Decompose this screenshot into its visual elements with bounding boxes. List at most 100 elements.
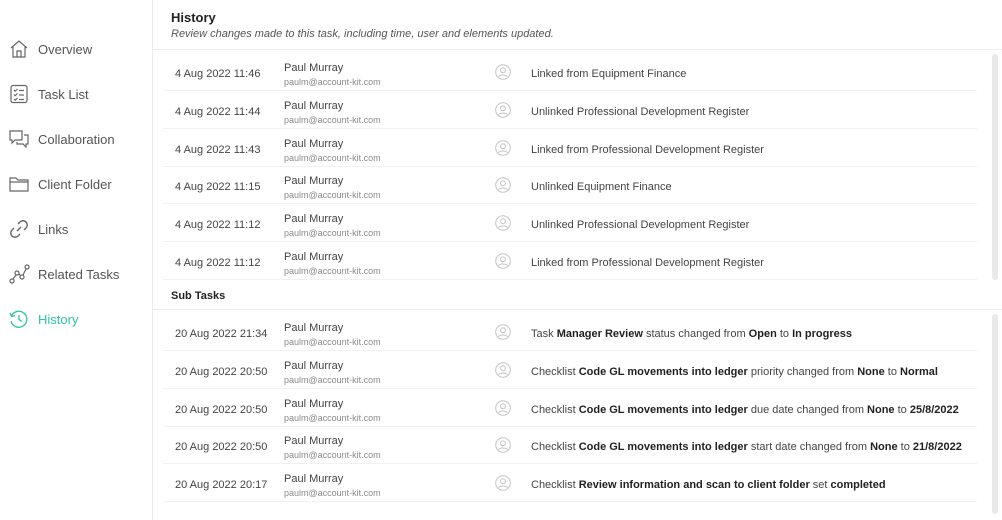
nav-item-task-list[interactable]: Task List (0, 76, 152, 112)
desc-text: Checklist (531, 441, 579, 454)
user-name: Paul Murray (284, 251, 344, 263)
desc-text: to (894, 403, 910, 416)
avatar-icon (495, 253, 511, 269)
history-row: 4 Aug 2022 11:46 Paul Murray paulm@account… (163, 53, 977, 91)
user-name: Paul Murray (284, 137, 344, 150)
nav-item-related-tasks[interactable]: Related Tasks (0, 256, 152, 292)
entry-user: Paul Murray paulm@account-kit.com (284, 435, 381, 460)
avatar-icon (495, 361, 511, 378)
nav-label: Overview (38, 41, 93, 57)
history-row: 4 Aug 2022 11:12 Paul Murray paulm@account… (163, 242, 977, 280)
entry-user: Paul Murray paulm@account-kit.com (284, 175, 381, 200)
history-row: 20 Aug 2022 21:34 Paul Murray paulm@accoun… (163, 313, 977, 351)
entry-date: 4 Aug 2022 11:44 (175, 105, 261, 118)
avatar-icon (495, 437, 511, 454)
desc-text: priority changed from (747, 365, 858, 378)
avatar-icon (495, 324, 511, 340)
desc-text: Unlinked Professional Development Regist… (531, 105, 750, 118)
user-email: paulm@account-kit.com (284, 228, 381, 239)
desc-highlight: Manager Review (556, 328, 643, 340)
desc-text: start date changed from (747, 441, 871, 454)
user-name: Paul Murray (284, 99, 344, 112)
history-row: 4 Aug 2022 11:12 Paul Murray paulm@account… (163, 204, 977, 243)
clock-history-icon (8, 308, 30, 330)
user-name: Paul Murray (284, 322, 344, 334)
history-row: 4 Aug 2022 11:43 Paul Murray paulm@account… (163, 129, 977, 167)
entry-description: Checklist Code GL movements into ledger … (531, 366, 938, 378)
history-row: 4 Aug 2022 11:15 Paul Murray paulm@account… (163, 166, 977, 205)
link-icon (8, 218, 30, 240)
nav-label: Task List (38, 86, 89, 102)
nav-item-collaboration[interactable]: Collaboration (0, 121, 152, 157)
history-row: 20 Aug 2022 20:50 Paul Murray paulm@accoun… (163, 351, 977, 389)
desc-highlight: Review information and scan to client fo… (578, 479, 810, 492)
entry-description: Linked from Equipment Finance (531, 68, 686, 80)
entry-description: Linked from Professional Development Reg… (531, 144, 764, 156)
nav-label: Collaboration (38, 131, 115, 147)
desc-text: status changed from (642, 328, 749, 340)
desc-text: Linked from Equipment Finance (531, 68, 687, 80)
desc-text: to (897, 441, 913, 454)
entry-description: Task Manager Review status changed from … (531, 328, 852, 340)
desc-text: Unlinked Equipment Finance (531, 181, 672, 194)
entry-user: Paul Murray paulm@account-kit.com (284, 213, 381, 238)
desc-highlight: 25/8/2022 (909, 403, 959, 416)
desc-highlight: Code GL movements into ledger (578, 365, 748, 378)
user-email: paulm@account-kit.com (284, 450, 381, 461)
nav-item-overview[interactable]: Overview (0, 31, 152, 67)
entry-description: Unlinked Professional Development Regist… (531, 219, 749, 231)
entry-date: 20 Aug 2022 20:50 (175, 403, 268, 416)
user-email: paulm@account-kit.com (284, 337, 381, 347)
user-name: Paul Murray (284, 435, 344, 448)
user-email: paulm@account-kit.com (284, 190, 381, 201)
folder-icon (8, 173, 30, 195)
nav-item-client-folder[interactable]: Client Folder (0, 166, 152, 202)
user-name: Paul Murray (284, 213, 344, 226)
avatar-icon (495, 215, 511, 231)
sub-tasks-scrollbar[interactable] (992, 314, 998, 514)
user-email: paulm@account-kit.com (284, 77, 381, 87)
entry-date: 4 Aug 2022 11:46 (175, 68, 261, 80)
entry-user: Paul Murray paulm@account-kit.com (284, 138, 381, 163)
entry-user: Paul Murray paulm@account-kit.com (284, 62, 381, 87)
avatar-icon (495, 475, 511, 491)
history-row: 20 Aug 2022 20:50 Paul Murray paulm@accoun… (163, 426, 977, 465)
nav-label: Client Folder (38, 176, 112, 192)
entry-date: 4 Aug 2022 11:12 (175, 257, 261, 269)
user-email: paulm@account-kit.com (284, 152, 381, 163)
history-panel: History Review changes made to this task… (153, 0, 1002, 520)
page-title: History (171, 10, 216, 25)
user-name: Paul Murray (284, 359, 344, 372)
user-email: paulm@account-kit.com (284, 488, 381, 499)
nav-label: Links (38, 221, 69, 237)
nav-label: History (38, 311, 79, 327)
history-scrollbar[interactable] (992, 54, 998, 280)
desc-highlight: None (867, 403, 895, 416)
history-row: 4 Aug 2022 11:44 Paul Murray paulm@account… (163, 91, 977, 129)
nav-item-links[interactable]: Links (0, 211, 152, 247)
user-name: Paul Murray (284, 62, 344, 74)
entry-description: Unlinked Equipment Finance (531, 181, 672, 193)
desc-text: to (884, 365, 901, 378)
avatar-icon (495, 139, 511, 156)
desc-highlight: Normal (900, 365, 938, 378)
divider (153, 309, 1002, 310)
entry-date: 20 Aug 2022 20:17 (175, 479, 268, 492)
entry-user: Paul Murray paulm@account-kit.com (284, 251, 381, 276)
checklist-icon (8, 83, 30, 105)
avatar-icon (495, 177, 511, 194)
user-email: paulm@account-kit.com (284, 374, 381, 385)
user-email: paulm@account-kit.com (284, 266, 381, 276)
desc-text: Checklist (531, 479, 579, 492)
entry-description: Checklist Review information and scan to… (531, 479, 886, 491)
entry-date: 4 Aug 2022 11:15 (175, 181, 261, 194)
nav-item-history[interactable]: History (0, 301, 152, 337)
divider (153, 49, 1002, 50)
desc-text: Unlinked Professional Development Regist… (531, 219, 750, 232)
desc-highlight: None (870, 441, 898, 454)
desc-highlight: None (857, 365, 885, 378)
desc-text: due date changed from (747, 403, 868, 416)
entry-user: Paul Murray paulm@account-kit.com (284, 322, 381, 347)
desc-highlight: Open (748, 328, 777, 340)
history-row: 20 Aug 2022 20:17 Paul Murray paulm@accoun… (163, 464, 977, 503)
